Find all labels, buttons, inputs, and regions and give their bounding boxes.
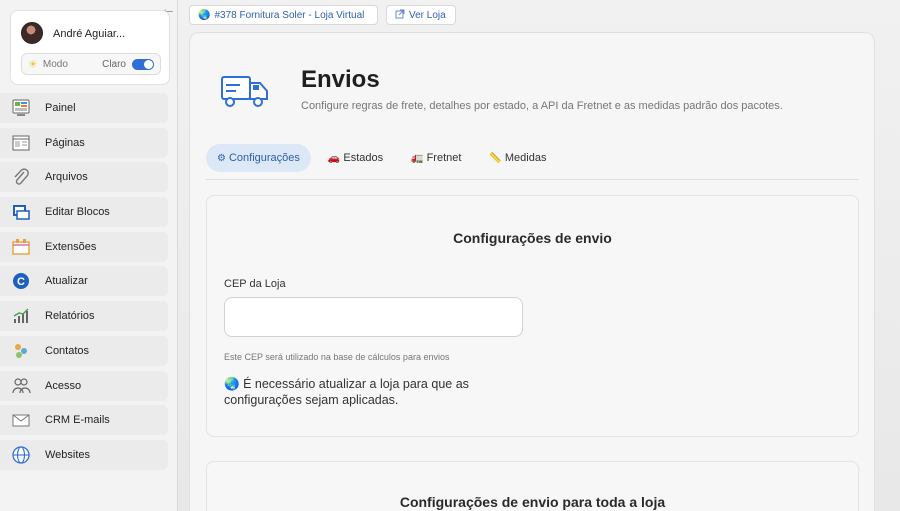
view-store-button[interactable]: Ver Loja bbox=[386, 5, 456, 25]
pages-icon bbox=[11, 133, 31, 153]
reports-icon bbox=[11, 306, 31, 326]
mode-state: Claro bbox=[102, 58, 126, 70]
sidebar-item-label: Websites bbox=[45, 448, 91, 461]
update-icon: C bbox=[11, 271, 31, 291]
user-name[interactable]: André Aguiar... bbox=[53, 28, 125, 40]
contacts-icon bbox=[11, 341, 31, 361]
main-panel: Envios Configure regras de frete, detalh… bbox=[189, 32, 875, 511]
paperclip-icon bbox=[11, 167, 31, 187]
toggle-switch[interactable] bbox=[132, 58, 154, 70]
tab-label: Medidas bbox=[504, 152, 547, 164]
theme-mode-toggle[interactable]: ☀ Modo Claro bbox=[21, 53, 161, 75]
globe-icon: 🌏 bbox=[198, 9, 211, 21]
sidebar-item-label: Painel bbox=[45, 102, 76, 114]
sidebar-item-websites[interactable]: Websites bbox=[0, 439, 168, 470]
sidebar-item-atualizar[interactable]: C Atualizar bbox=[0, 266, 168, 297]
truck-icon bbox=[220, 71, 270, 111]
tab-label: Fretnet bbox=[426, 152, 462, 164]
sun-icon: ☀ bbox=[28, 58, 38, 71]
section-title: Configurações de envio para toda a loja bbox=[399, 494, 666, 510]
update-notice: 🌏 É necessário atualizar a loja para que… bbox=[224, 376, 494, 408]
notice-text: É necessário atualizar a loja para que a… bbox=[224, 377, 469, 407]
sidebar-nav: Painel Páginas Arquivos Editar Blocos Ex… bbox=[0, 93, 168, 475]
tab-bar: ⚙ Configurações 🚗 Estados 🚛 Fretnet 📏 Me… bbox=[206, 144, 859, 180]
store-wide-settings-section: Configurações de envio para toda a loja bbox=[206, 461, 859, 511]
section-title: Configurações de envio bbox=[453, 230, 612, 246]
sidebar-item-label: Arquivos bbox=[45, 171, 88, 184]
sidebar-item-crm-emails[interactable]: CRM E-mails bbox=[0, 405, 168, 436]
tab-label: Estados bbox=[343, 152, 384, 164]
tab-configuracoes[interactable]: ⚙ Configurações bbox=[206, 144, 311, 172]
globe-icon bbox=[11, 445, 31, 465]
sidebar-item-label: Acesso bbox=[45, 379, 82, 392]
sidebar-item-label: CRM E-mails bbox=[45, 414, 110, 427]
tab-label: Configurações bbox=[228, 152, 300, 164]
store-tag[interactable]: 🌏 #378 Fornitura Soler - Loja Virtual bbox=[189, 5, 378, 25]
sidebar-item-label: Relatórios bbox=[45, 310, 95, 323]
tab-fretnet[interactable]: 🚛 Fretnet bbox=[400, 144, 472, 172]
sidebar-item-paginas[interactable]: Páginas bbox=[0, 127, 168, 158]
globe-icon: 🌏 bbox=[224, 377, 240, 391]
gear-icon: ⚙ bbox=[217, 152, 226, 164]
cep-input[interactable] bbox=[224, 297, 523, 337]
page-title: Envios bbox=[301, 66, 380, 93]
sidebar-item-painel[interactable]: Painel bbox=[0, 93, 168, 123]
view-store-label: Ver Loja bbox=[409, 9, 446, 21]
dashboard-icon bbox=[11, 98, 31, 118]
external-link-icon bbox=[395, 9, 405, 22]
sidebar-item-label: Contatos bbox=[45, 344, 90, 357]
user-card: André Aguiar... ☀ Modo Claro bbox=[10, 10, 170, 85]
sidebar-item-editar-blocos[interactable]: Editar Blocos bbox=[0, 197, 168, 228]
page-subtitle: Configure regras de frete, detalhes por … bbox=[301, 100, 783, 112]
blocks-icon bbox=[11, 202, 31, 222]
car-icon: 🚗 bbox=[327, 152, 341, 164]
svg-text:C: C bbox=[17, 276, 25, 288]
tab-estados[interactable]: 🚗 Estados bbox=[317, 144, 394, 172]
tab-medidas[interactable]: 📏 Medidas bbox=[478, 144, 557, 172]
mail-icon bbox=[11, 410, 31, 430]
sidebar: ← André Aguiar... ☀ Modo Claro Painel Pá… bbox=[0, 0, 178, 511]
sidebar-item-arquivos[interactable]: Arquivos bbox=[0, 162, 168, 193]
sidebar-item-relatorios[interactable]: Relatórios bbox=[0, 301, 168, 332]
avatar[interactable] bbox=[21, 22, 43, 44]
ruler-icon: 📏 bbox=[489, 152, 502, 164]
sidebar-item-contatos[interactable]: Contatos bbox=[0, 335, 168, 366]
cep-hint: Este CEP será utilizado na base de cálcu… bbox=[224, 352, 450, 362]
shipping-settings-section: Configurações de envio CEP da Loja Este … bbox=[206, 195, 859, 437]
extensions-icon bbox=[11, 237, 31, 257]
sidebar-item-label: Editar Blocos bbox=[45, 206, 110, 219]
store-tag-label: #378 Fornitura Soler - Loja Virtual bbox=[214, 9, 365, 21]
sidebar-item-acesso[interactable]: Acesso bbox=[0, 370, 168, 401]
truck-icon: 🚛 bbox=[411, 152, 424, 164]
sidebar-item-label: Páginas bbox=[45, 136, 85, 149]
mode-label: Modo bbox=[42, 58, 68, 70]
sidebar-item-label: Extensões bbox=[45, 240, 97, 253]
sidebar-item-extensoes[interactable]: Extensões bbox=[0, 231, 168, 262]
cep-label: CEP da Loja bbox=[224, 278, 286, 290]
sidebar-item-label: Atualizar bbox=[45, 275, 88, 288]
access-icon bbox=[11, 376, 31, 396]
